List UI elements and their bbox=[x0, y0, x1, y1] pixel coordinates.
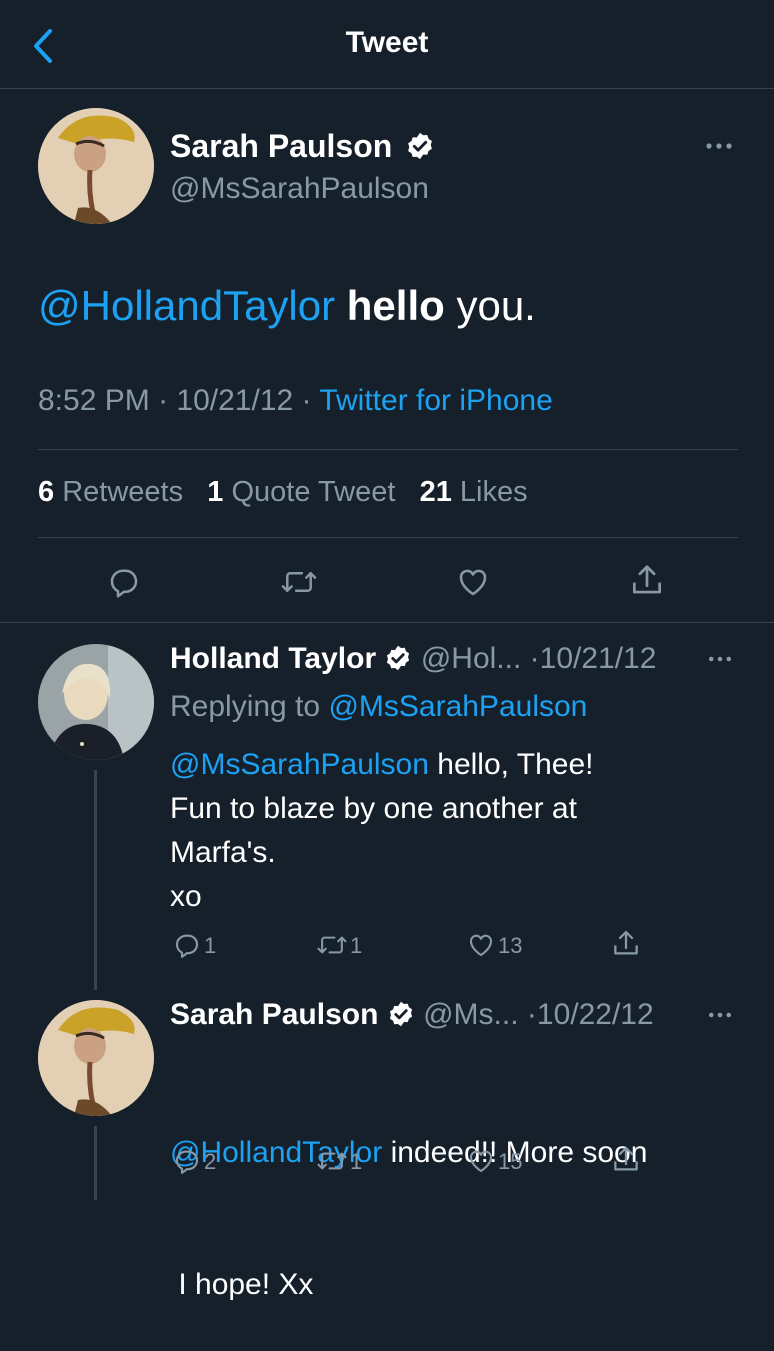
reply-avatar[interactable] bbox=[38, 1000, 154, 1116]
like-icon bbox=[469, 934, 493, 957]
reply-text-line: I hope! Xx bbox=[170, 1268, 314, 1301]
reply-date: ·10/21/12 bbox=[529, 642, 657, 675]
share-icon bbox=[632, 565, 662, 594]
retweet-count: 1 bbox=[350, 933, 363, 958]
meta-separator: · bbox=[158, 384, 169, 417]
tweet-text-bold: hello bbox=[346, 282, 445, 329]
avatar[interactable] bbox=[38, 108, 154, 224]
reply-button[interactable] bbox=[106, 564, 142, 600]
author-handle[interactable]: @MsSarahPaulson bbox=[170, 172, 429, 206]
replying-to-link[interactable]: @MsSarahPaulson bbox=[328, 690, 587, 723]
like-count: 15 bbox=[498, 1149, 523, 1174]
reply-text: @HollandTaylor indeed!! More soon I hope… bbox=[170, 1043, 647, 1351]
thread-line bbox=[94, 1126, 97, 1200]
tweet-time: 8:52 PM bbox=[38, 384, 150, 417]
reply-icon bbox=[110, 569, 138, 598]
reply-count: 1 bbox=[204, 933, 217, 958]
tweet-text: @HollandTaylor hello you. bbox=[38, 282, 536, 330]
quotes-count: 1 bbox=[207, 476, 224, 508]
reply-retweet-button[interactable] bbox=[316, 930, 348, 960]
replying-to: Replying to @MsSarahPaulson bbox=[170, 690, 587, 724]
reply-author-handle[interactable]: @Hol... bbox=[421, 642, 521, 675]
avatar-illustration bbox=[38, 108, 154, 224]
reply-author-name[interactable]: Holland Taylor bbox=[170, 642, 376, 675]
more-options-button[interactable] bbox=[704, 138, 734, 159]
thread-line bbox=[94, 770, 97, 990]
quotes-stat[interactable]: 1 Quote Tweet bbox=[207, 476, 403, 508]
likes-label: Likes bbox=[459, 476, 528, 508]
verified-badge-icon bbox=[408, 132, 433, 159]
reply-reply-button[interactable] bbox=[172, 1146, 202, 1176]
like-count: 13 bbox=[498, 933, 523, 958]
reply-text-line: Marfa's. bbox=[170, 836, 276, 869]
quotes-label: Quote Tweet bbox=[231, 476, 396, 508]
author-name[interactable]: Sarah Paulson bbox=[170, 128, 392, 164]
like-icon bbox=[469, 1150, 493, 1173]
meta-separator: · bbox=[301, 384, 312, 417]
reply-author-handle[interactable]: @Ms... bbox=[423, 998, 518, 1031]
tweet-meta: 8:52 PM · 10/21/12 · Twitter for iPhone bbox=[38, 384, 553, 418]
reply-header: Sarah Paulson @Ms... ·10/22/12 bbox=[170, 998, 654, 1032]
reply-text-line: hello, Thee! bbox=[437, 748, 594, 781]
retweet-icon bbox=[317, 1152, 347, 1170]
reply-text-line: Fun to blaze by one another at bbox=[170, 792, 577, 825]
page-title: Tweet bbox=[345, 26, 429, 59]
reply-author-name[interactable]: Sarah Paulson bbox=[170, 998, 378, 1031]
more-dots-icon bbox=[708, 656, 732, 662]
avatar-photo bbox=[38, 644, 154, 760]
retweets-count: 6 bbox=[38, 476, 55, 508]
reply-more-options-button[interactable] bbox=[706, 1008, 734, 1027]
mention-link[interactable]: @HollandTaylor bbox=[38, 282, 335, 329]
like-button[interactable] bbox=[455, 564, 491, 600]
retweets-stat[interactable]: 6 Retweets bbox=[38, 476, 191, 508]
replying-to-label: Replying to bbox=[170, 690, 321, 723]
retweets-label: Retweets bbox=[62, 476, 184, 508]
reply-header: Holland Taylor @Hol... ·10/21/12 bbox=[170, 642, 656, 676]
reply-icon bbox=[175, 934, 199, 958]
avatar-illustration bbox=[38, 1000, 154, 1116]
reply-icon bbox=[175, 1150, 199, 1174]
divider bbox=[38, 449, 738, 450]
reply-share-button[interactable] bbox=[610, 928, 642, 960]
tweet-stats: 6 Retweets 1 Quote Tweet 21 Likes bbox=[38, 476, 528, 509]
verified-badge-icon bbox=[387, 645, 410, 670]
like-icon bbox=[459, 569, 487, 596]
reply-avatar[interactable] bbox=[38, 644, 154, 760]
share-icon bbox=[614, 1146, 638, 1171]
reply-count: 2 bbox=[204, 1149, 217, 1174]
retweet-icon bbox=[317, 936, 347, 954]
reply-like-button[interactable] bbox=[466, 1146, 496, 1176]
reply-text-line: xo bbox=[170, 880, 202, 913]
verified-badge-icon bbox=[389, 1001, 412, 1026]
retweet-button[interactable] bbox=[280, 564, 318, 600]
mention-link[interactable]: @MsSarahPaulson bbox=[170, 748, 429, 781]
top-bar: Tweet bbox=[0, 0, 774, 89]
reply-share-button[interactable] bbox=[610, 1144, 642, 1176]
tweet-text-rest: you. bbox=[456, 282, 536, 329]
reply-date: ·10/22/12 bbox=[526, 998, 654, 1031]
retweet-count: 1 bbox=[350, 1149, 363, 1174]
more-dots-icon bbox=[706, 143, 732, 149]
share-icon bbox=[614, 930, 638, 955]
reply-more-options-button[interactable] bbox=[706, 652, 734, 671]
reply-text: @MsSarahPaulson hello, Thee! Fun to blaz… bbox=[170, 743, 594, 919]
reply-retweet-button[interactable] bbox=[316, 1146, 348, 1176]
divider bbox=[0, 622, 774, 623]
more-dots-icon bbox=[708, 1012, 732, 1018]
likes-count: 21 bbox=[419, 476, 452, 508]
divider bbox=[38, 537, 738, 538]
reply-like-button[interactable] bbox=[466, 930, 496, 960]
share-button[interactable] bbox=[628, 562, 666, 600]
reply-reply-button[interactable] bbox=[172, 930, 202, 960]
tweet-date: 10/21/12 bbox=[176, 384, 294, 417]
tweet-source-link[interactable]: Twitter for iPhone bbox=[319, 384, 552, 417]
likes-stat[interactable]: 21 Likes bbox=[420, 476, 528, 508]
retweet-icon bbox=[281, 571, 317, 593]
author-name-row: Sarah Paulson bbox=[170, 128, 435, 165]
